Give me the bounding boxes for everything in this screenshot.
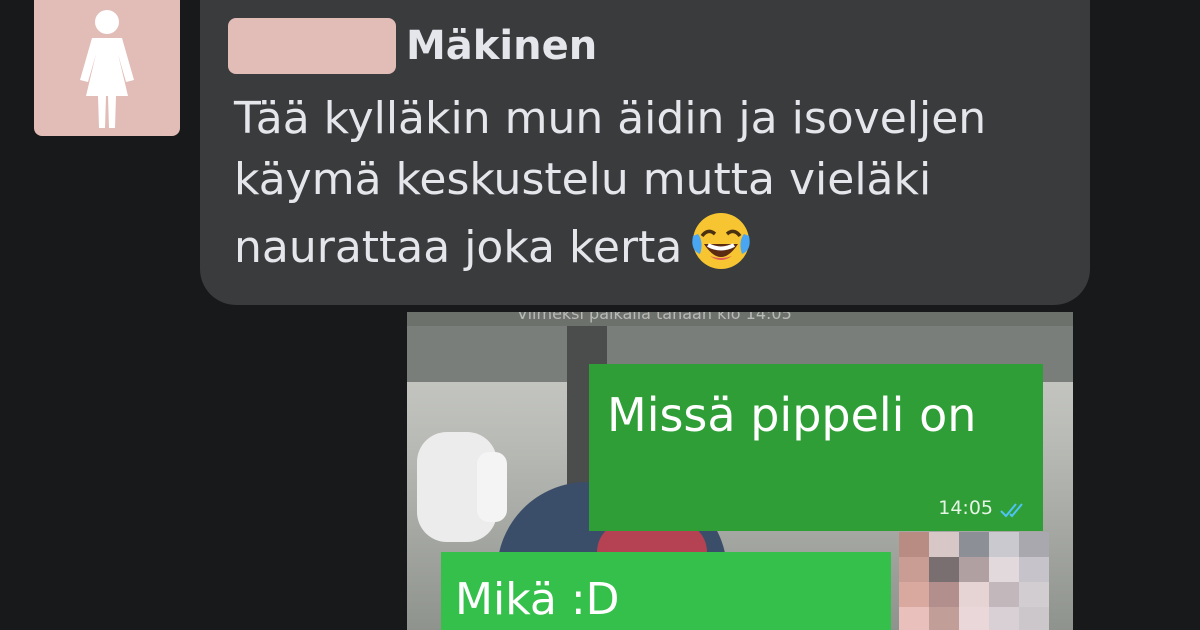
message-timestamp: 14:05 [938, 497, 993, 519]
incoming-message[interactable]: Mikä :D [441, 552, 891, 630]
read-receipt-icon [1000, 503, 1023, 518]
incoming-message-text: Mikä :D [455, 574, 620, 625]
pixelated-region [899, 532, 1049, 630]
redacted-first-name [228, 18, 396, 74]
laughing-tears-emoji-icon [690, 210, 752, 288]
attached-chat-screenshot[interactable]: Viimeksi paikalla tänään klo 14:05 Missä… [407, 312, 1073, 630]
outgoing-message-text: Missä pippeli on [607, 388, 977, 442]
background-window-small [477, 452, 507, 522]
comment-text: Tää kylläkin mun äidin ja isoveljen käym… [234, 93, 987, 273]
comment-bubble: Mäkinen Tää kylläkin mun äidin ja isovel… [200, 0, 1090, 305]
female-silhouette-icon [80, 10, 134, 128]
comment-author[interactable]: Mäkinen [228, 18, 597, 74]
comment-text-container: Tää kylläkin mun äidin ja isoveljen käym… [234, 88, 1074, 288]
author-surname[interactable]: Mäkinen [406, 23, 597, 69]
outgoing-message[interactable]: Missä pippeli on 14:05 [589, 364, 1043, 531]
avatar[interactable] [34, 0, 180, 136]
last-seen-text: Viimeksi paikalla tänään klo 14:05 [517, 312, 792, 323]
